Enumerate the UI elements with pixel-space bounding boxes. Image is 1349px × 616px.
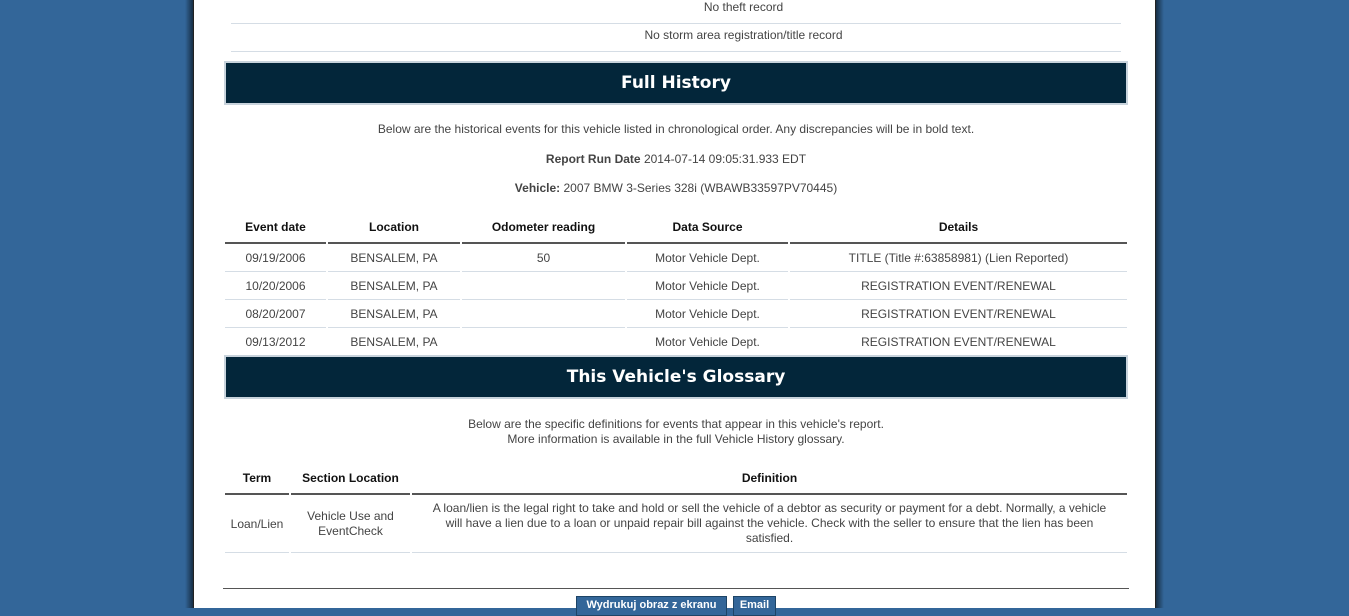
location: BENSALEM, PA: [328, 300, 460, 328]
footer-divider: [223, 588, 1129, 589]
col-data-source: Data Source: [627, 212, 788, 244]
glossary-term: Loan/Lien: [225, 495, 289, 553]
vehicle-value: 2007 BMW 3-Series 328i (WBAWB33597PV7044…: [563, 181, 838, 195]
report-page: No theft record No storm area registrati…: [193, 0, 1156, 616]
page-shadow-left: [185, 0, 193, 608]
record-row-storm: No storm area registration/title record: [231, 24, 1121, 52]
glossary-section: Vehicle Use and EventCheck: [291, 495, 410, 553]
odometer: [462, 328, 625, 356]
record-row-theft: No theft record: [231, 0, 1121, 24]
table-row: Loan/Lien Vehicle Use and EventCheck A l…: [225, 495, 1127, 553]
data-source: Motor Vehicle Dept.: [627, 328, 788, 356]
vehicle-label: Vehicle:: [514, 181, 561, 195]
event-date: 08/20/2007: [225, 300, 326, 328]
report-run-label: Report Run Date: [545, 152, 641, 166]
odometer: 50: [462, 244, 625, 272]
col-event-date: Event date: [225, 212, 326, 244]
record-label-cell: [231, 0, 364, 23]
record-storm-text: No storm area registration/title record: [644, 28, 843, 42]
report-run-date: Report Run Date 2014-07-14 09:05:31.933 …: [223, 152, 1129, 166]
col-details: Details: [790, 212, 1127, 244]
col-term: Term: [225, 463, 289, 495]
page-shadow-right: [1156, 0, 1164, 608]
event-date: 10/20/2006: [225, 272, 326, 300]
details: REGISTRATION EVENT/RENEWAL: [790, 300, 1127, 328]
glossary-table: Term Section Location Definition Loan/Li…: [223, 463, 1129, 553]
details: REGISTRATION EVENT/RENEWAL: [790, 272, 1127, 300]
data-source: Motor Vehicle Dept.: [627, 244, 788, 272]
table-row: 09/13/2012 BENSALEM, PA Motor Vehicle De…: [225, 328, 1127, 356]
event-date: 09/13/2012: [225, 328, 326, 356]
glossary-banner: This Vehicle's Glossary: [224, 355, 1128, 399]
vehicle-info: Vehicle: 2007 BMW 3-Series 328i (WBAWB33…: [223, 181, 1129, 195]
details: TITLE (Title #:63858981) (Lien Reported): [790, 244, 1127, 272]
record-theft-text: No theft record: [703, 0, 784, 14]
col-section-location: Section Location: [291, 463, 410, 495]
glossary-intro-line1: Below are the specific definitions for e…: [468, 417, 884, 431]
email-button[interactable]: Email: [733, 596, 776, 616]
col-definition: Definition: [412, 463, 1127, 495]
col-odometer: Odometer reading: [462, 212, 625, 244]
table-row: 10/20/2006 BENSALEM, PA Motor Vehicle De…: [225, 272, 1127, 300]
record-label-cell: [231, 24, 364, 51]
location: BENSALEM, PA: [328, 272, 460, 300]
print-screen-button[interactable]: Wydrukuj obraz z ekranu: [576, 596, 727, 616]
col-location: Location: [328, 212, 460, 244]
glossary-header-row: Term Section Location Definition: [225, 463, 1127, 495]
data-source: Motor Vehicle Dept.: [627, 272, 788, 300]
odometer: [462, 272, 625, 300]
table-row: 09/19/2006 BENSALEM, PA 50 Motor Vehicle…: [225, 244, 1127, 272]
table-row: 08/20/2007 BENSALEM, PA Motor Vehicle De…: [225, 300, 1127, 328]
location: BENSALEM, PA: [328, 244, 460, 272]
history-header-row: Event date Location Odometer reading Dat…: [225, 212, 1127, 244]
history-table: Event date Location Odometer reading Dat…: [223, 212, 1129, 356]
location: BENSALEM, PA: [328, 328, 460, 356]
report-run-value: 2014-07-14 09:05:31.933 EDT: [643, 152, 807, 166]
details: REGISTRATION EVENT/RENEWAL: [790, 328, 1127, 356]
glossary-intro-line2: More information is available in the ful…: [507, 432, 845, 446]
event-date: 09/19/2006: [225, 244, 326, 272]
glossary-definition: A loan/lien is the legal right to take a…: [412, 495, 1127, 553]
full-history-intro: Below are the historical events for this…: [377, 122, 975, 136]
data-source: Motor Vehicle Dept.: [627, 300, 788, 328]
full-history-banner: Full History: [224, 61, 1128, 105]
odometer: [462, 300, 625, 328]
